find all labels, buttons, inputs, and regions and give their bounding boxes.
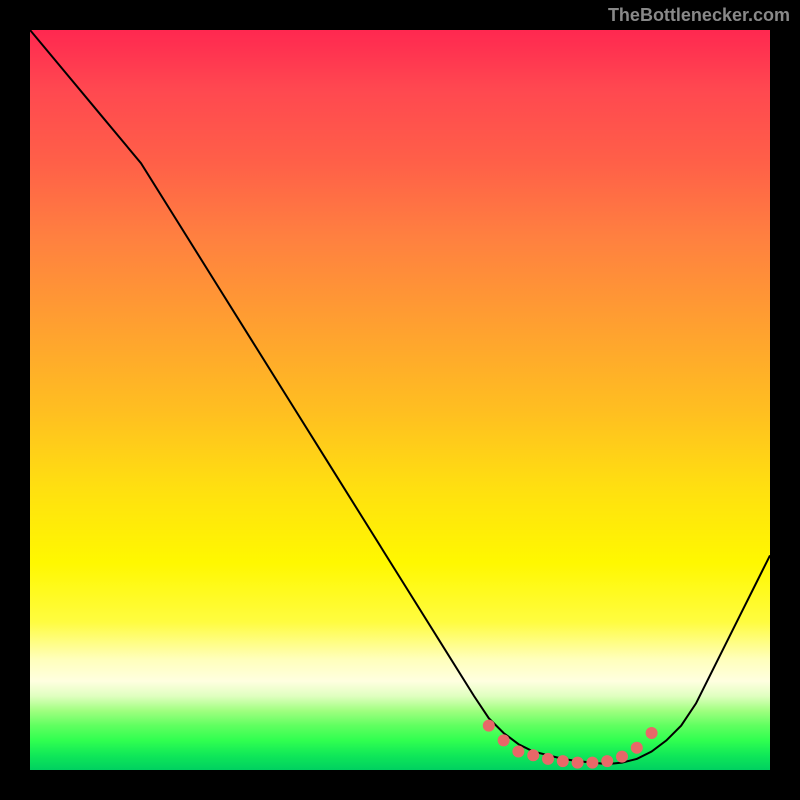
marker-point (616, 751, 628, 763)
chart-svg (30, 30, 770, 770)
chart-area (30, 30, 770, 770)
marker-point (527, 749, 539, 761)
marker-point (646, 727, 658, 739)
marker-point (512, 746, 524, 758)
marker-point (557, 755, 569, 767)
watermark-text: TheBottlenecker.com (608, 5, 790, 26)
marker-point (601, 755, 613, 767)
marker-point (631, 742, 643, 754)
bottleneck-curve (30, 30, 770, 764)
marker-point (586, 757, 598, 769)
marker-point (483, 720, 495, 732)
marker-point (572, 757, 584, 769)
marker-point (542, 753, 554, 765)
marker-point (498, 734, 510, 746)
